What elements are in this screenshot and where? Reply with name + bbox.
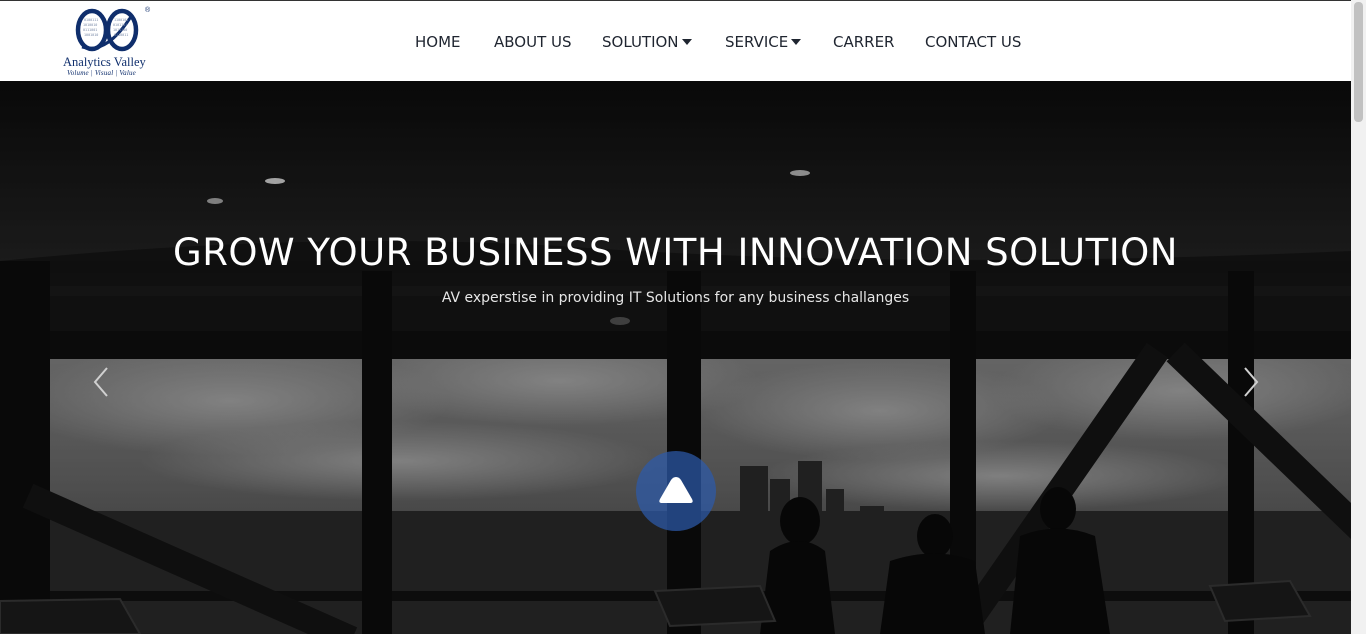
site-header: 0100111 1010010 0111001 1001010 1100101 … <box>0 0 1351 81</box>
brand-name: Analytics Valley <box>63 55 146 69</box>
chevron-right-icon <box>1244 367 1259 397</box>
svg-text:1010010: 1010010 <box>83 23 97 27</box>
brand-logo[interactable]: 0100111 1010010 0111001 1001010 1100101 … <box>60 5 156 77</box>
caret-down-icon <box>791 38 802 45</box>
hero-overlay <box>0 81 1351 634</box>
nav-contact-us-label: CONTACT US <box>925 33 1022 51</box>
page-scrollbar[interactable] <box>1351 0 1366 634</box>
nav-about-us-label: ABOUT US <box>494 33 572 51</box>
brand-tagline: Volume | Visual | Value <box>67 69 136 77</box>
nav-carrer-label: CARRER <box>833 33 895 51</box>
caret-down-icon <box>681 38 692 45</box>
svg-text:1100101: 1100101 <box>114 18 128 22</box>
nav-contact-us[interactable]: CONTACT US <box>925 32 1021 52</box>
nav-carrer[interactable]: CARRER <box>833 32 894 52</box>
hero-title: GROW YOUR BUSINESS WITH INNOVATION SOLUT… <box>173 231 1178 274</box>
hero-subtitle: AV experstise in providing IT Solutions … <box>441 290 910 306</box>
scrollbar-thumb[interactable] <box>1354 2 1363 122</box>
analytics-valley-logo-icon: 0100111 1010010 0111001 1001010 1100101 … <box>75 8 139 52</box>
nav-home-label: HOME <box>415 33 461 51</box>
svg-text:1011100: 1011100 <box>113 28 127 32</box>
svg-text:0110011: 0110011 <box>114 33 128 37</box>
svg-text:0101101: 0101101 <box>113 23 127 27</box>
nav-about-us[interactable]: ABOUT US <box>494 32 572 52</box>
triangle-up-icon <box>659 477 693 503</box>
nav-solution[interactable]: SOLUTION <box>602 32 692 52</box>
registered-mark: ® <box>145 7 151 14</box>
carousel-prev-button[interactable] <box>90 365 114 399</box>
hero-carousel: GROW YOUR BUSINESS WITH INNOVATION SOLUT… <box>0 81 1351 634</box>
chevron-left-icon <box>93 367 108 397</box>
nav-service[interactable]: SERVICE <box>725 32 802 52</box>
nav-service-label: SERVICE <box>725 33 789 51</box>
svg-text:1001010: 1001010 <box>84 33 98 37</box>
carousel-next-button[interactable] <box>1238 365 1262 399</box>
svg-text:0111001: 0111001 <box>83 28 97 32</box>
back-to-top-button[interactable] <box>636 451 716 531</box>
nav-home[interactable]: HOME <box>415 32 461 52</box>
svg-text:0100111: 0100111 <box>84 18 98 22</box>
nav-solution-label: SOLUTION <box>602 33 679 51</box>
